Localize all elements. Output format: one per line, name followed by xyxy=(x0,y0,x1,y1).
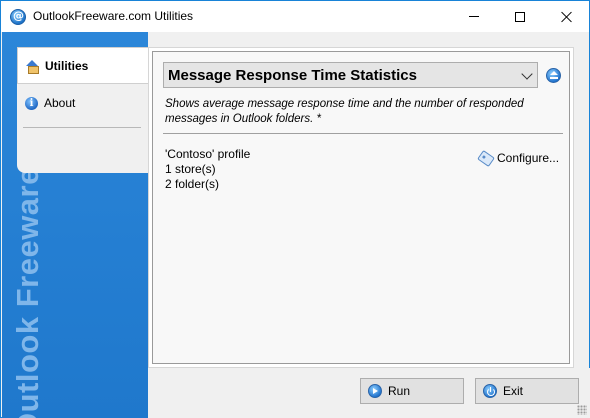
exit-button-label: Exit xyxy=(503,384,524,398)
eject-icon[interactable] xyxy=(546,68,561,83)
app-globe-icon xyxy=(10,9,26,25)
close-button[interactable] xyxy=(543,1,589,32)
tab-utilities[interactable]: Utilities xyxy=(17,47,149,84)
configure-label: Configure... xyxy=(497,151,560,165)
nav-tabs: Utilities i About xyxy=(17,47,149,173)
utility-panel-inner: Message Response Time Statistics Shows a… xyxy=(152,51,570,364)
tab-utilities-label: Utilities xyxy=(45,58,89,73)
info-icon: i xyxy=(25,96,38,110)
folder-count: 2 folder(s) xyxy=(165,177,220,191)
play-icon xyxy=(368,384,382,398)
tag-icon xyxy=(477,149,495,167)
tab-about[interactable]: i About xyxy=(17,85,149,121)
chevron-down-icon xyxy=(521,68,533,80)
maximize-button[interactable] xyxy=(497,1,543,32)
utility-description: Shows average message response time and … xyxy=(165,98,524,125)
minimize-icon xyxy=(469,16,479,17)
utility-select-value: Message Response Time Statistics xyxy=(168,66,417,84)
home-icon xyxy=(26,59,39,74)
run-button[interactable]: Run xyxy=(360,378,464,404)
store-count: 1 store(s) xyxy=(165,162,216,176)
minimize-button[interactable] xyxy=(451,1,497,32)
app-window: OutlookFreeware.com Utilities Outlook Fr… xyxy=(0,0,590,418)
maximize-icon xyxy=(515,11,525,22)
tab-divider xyxy=(23,127,141,128)
footer-bar: Run Exit xyxy=(148,368,590,418)
utility-panel: Message Response Time Statistics Shows a… xyxy=(148,47,574,368)
window-title: OutlookFreeware.com Utilities xyxy=(33,9,194,23)
power-icon xyxy=(483,384,497,398)
divider xyxy=(163,133,563,134)
close-icon xyxy=(561,11,572,22)
profile-summary: 'Contoso' profile 1 store(s) 2 folder(s) xyxy=(165,147,250,192)
title-bar[interactable]: OutlookFreeware.com Utilities xyxy=(1,1,589,32)
run-button-label: Run xyxy=(388,384,411,398)
exit-button[interactable]: Exit xyxy=(475,378,579,404)
configure-link[interactable]: Configure... xyxy=(477,149,560,167)
tab-about-label: About xyxy=(44,96,76,110)
resize-grip[interactable] xyxy=(577,405,587,415)
utility-select[interactable]: Message Response Time Statistics xyxy=(163,62,538,88)
profile-name: 'Contoso' profile xyxy=(165,147,251,161)
